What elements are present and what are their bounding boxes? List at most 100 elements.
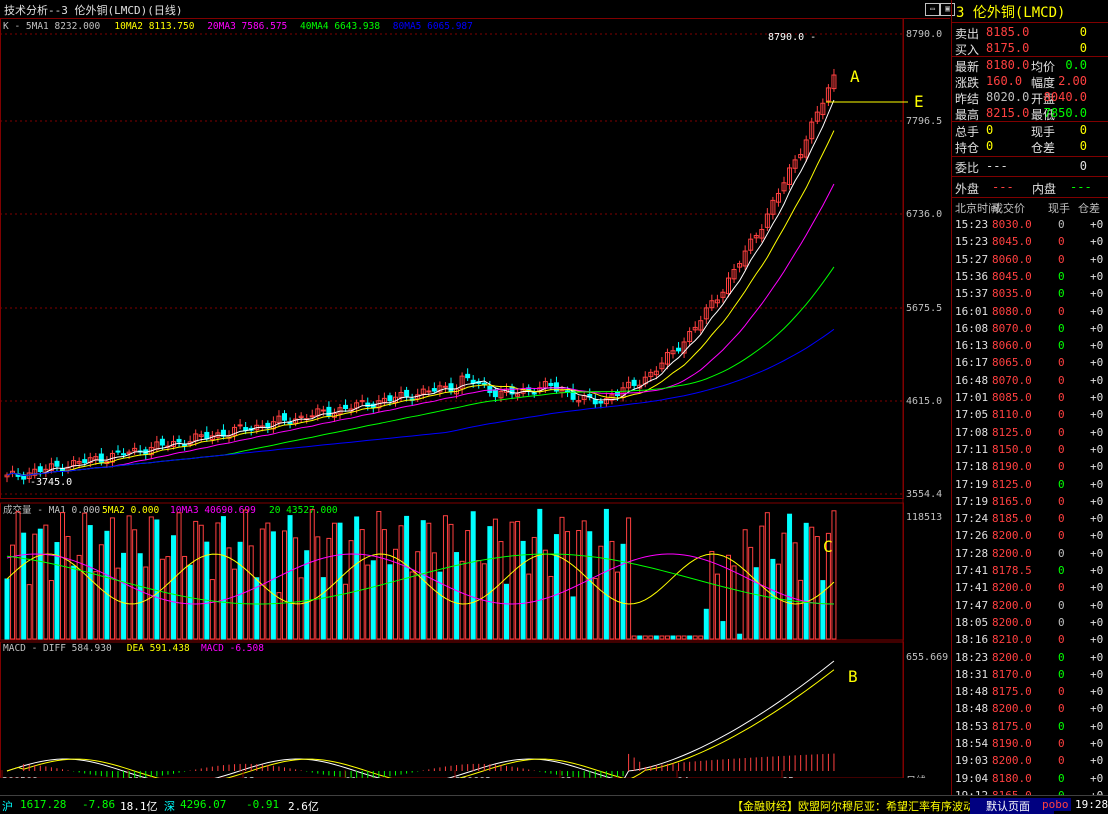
tick-price: 8175.0	[992, 719, 1032, 733]
tick-hand: 0	[1058, 702, 1065, 716]
tick-row[interactable]: 17:47 8200.0 0 +0	[952, 597, 1108, 614]
tick-time: 17:05	[955, 408, 989, 422]
tick-row[interactable]: 17:18 8190.0 0 +0	[952, 458, 1108, 475]
tick-time: 18:05	[955, 615, 989, 629]
tick-row[interactable]: 15:37 8035.0 0 +0	[952, 285, 1108, 302]
tick-row[interactable]: 19:04 8180.0 0 +0	[952, 770, 1108, 787]
quote-value: 8180.0	[986, 58, 1030, 72]
tick-row[interactable]: 19:03 8200.0 0 +0	[952, 752, 1108, 769]
volume-bar	[448, 523, 454, 640]
tick-price: 8060.0	[992, 339, 1032, 353]
tick-row[interactable]: 18:53 8175.0 0 +0	[952, 718, 1108, 735]
tick-row[interactable]: 18:48 8175.0 0 +0	[952, 683, 1108, 700]
tick-row[interactable]: 17:28 8200.0 0 +0	[952, 545, 1108, 562]
volume-bar	[60, 512, 65, 640]
x-axis-label: 11	[128, 776, 140, 778]
tick-time: 16:01	[955, 304, 989, 318]
tick-row[interactable]: 18:54 8190.0 0 +0	[952, 735, 1108, 752]
volume-bar	[104, 530, 110, 640]
quote-row: 昨结 8020.0 开盘 8040.0	[952, 89, 1108, 106]
tick-time: 15:23	[955, 218, 989, 231]
tick-row[interactable]: 16:08 8070.0 0 +0	[952, 320, 1108, 337]
quote-value: 8185.0	[986, 25, 1030, 39]
x-axis-label: 200602	[455, 776, 491, 778]
tick-row[interactable]: 17:11 8150.0 0 +0	[952, 441, 1108, 458]
tick-row[interactable]: 17:26 8200.0 0 +0	[952, 527, 1108, 544]
volume-bar	[365, 564, 371, 640]
tick-row[interactable]: 16:17 8065.0 0 +0	[952, 354, 1108, 371]
tick-row[interactable]: 17:08 8125.0 0 +0	[952, 424, 1108, 441]
tick-row[interactable]: 17:41 8200.0 0 +0	[952, 579, 1108, 596]
tick-row[interactable]: 18:31 8170.0 0 +0	[952, 666, 1108, 683]
volume-bar	[331, 522, 337, 640]
x-axis-label: 04	[677, 776, 689, 778]
tick-row[interactable]: 18:16 8210.0 0 +0	[952, 631, 1108, 648]
kline-legend-item: K - 5MA1 8232.000	[3, 21, 101, 32]
tick-diff: +0	[1090, 719, 1104, 733]
tick-time: 19:04	[955, 771, 989, 785]
tick-row[interactable]: 15:23 8030.0 0 +0	[952, 216, 1108, 233]
tick-time: 17:08	[955, 425, 989, 439]
tick-row[interactable]: 16:48 8070.0 0 +0	[952, 372, 1108, 389]
tick-hand: 0	[1058, 650, 1065, 664]
tick-row[interactable]: 17:24 8185.0 0 +0	[952, 510, 1108, 527]
volume-bar	[537, 508, 543, 640]
tick-row[interactable]: 17:19 8165.0 0 +0	[952, 493, 1108, 510]
tick-diff: +0	[1090, 252, 1104, 266]
tick-row[interactable]: 17:41 8178.5 0 +0	[952, 562, 1108, 579]
quote-volume: 0	[1079, 41, 1087, 55]
volume-bar	[459, 560, 465, 640]
tick-row[interactable]: 18:23 8200.0 0 +0	[952, 649, 1108, 666]
restore-icon[interactable]: ▭	[925, 3, 940, 16]
quote-value: 8215.0	[986, 106, 1030, 120]
volume-bar	[465, 530, 471, 640]
tick-row[interactable]: 18:05 8200.0 0 +0	[952, 614, 1108, 631]
tick-header-cell: 仓差	[1078, 202, 1100, 215]
candle-body	[548, 382, 554, 386]
tick-diff: +0	[1090, 754, 1104, 768]
volume-bar	[4, 578, 10, 640]
macd-diff-line	[6, 660, 835, 784]
volume-bar	[798, 579, 804, 640]
tick-time: 17:47	[955, 598, 989, 612]
volume-bar	[337, 522, 343, 640]
chart-area[interactable]: 8790.0 7796.5 6736.0 5675.5 4615.0 3554.4 K - …	[0, 18, 950, 787]
tick-row[interactable]: 16:13 8060.0 0 +0	[952, 337, 1108, 354]
volume-legend-item: 5MA2 0.000	[102, 505, 159, 516]
tick-row[interactable]: 17:19 8125.0 0 +0	[952, 476, 1108, 493]
candle-body	[115, 450, 121, 453]
volume-bar	[354, 516, 360, 640]
volume-bar	[409, 571, 415, 640]
tick-row[interactable]: 17:01 8085.0 0 +0	[952, 389, 1108, 406]
volume-bar	[709, 550, 715, 640]
tick-row[interactable]: 15:36 8045.0 0 +0	[952, 268, 1108, 285]
chart-canvas[interactable]: 8790.0 7796.5 6736.0 5675.5 4615.0 3554.4 K - …	[0, 18, 950, 787]
tick-row[interactable]: 17:05 8110.0 0 +0	[952, 406, 1108, 423]
volume-bar	[248, 545, 254, 640]
kline-legend-item: 80MA5 6065.987	[393, 21, 473, 32]
volume-bar	[187, 564, 193, 640]
volume-bar	[814, 536, 820, 640]
quote-panel-title: 3 伦外铜(LMCD)	[952, 0, 1108, 22]
volume-bar	[98, 544, 104, 640]
tick-row[interactable]: 15:23 8045.0 0 +0	[952, 233, 1108, 250]
tick-row[interactable]: 15:27 8060.0 0 +0	[952, 251, 1108, 268]
volume-bar	[154, 519, 160, 640]
candle-body	[54, 460, 60, 467]
tick-row[interactable]: 18:48 8200.0 0 +0	[952, 700, 1108, 717]
tick-price: 8190.0	[992, 460, 1032, 474]
tick-row[interactable]: 16:01 8080.0 0 +0	[952, 303, 1108, 320]
volume-bar	[737, 633, 743, 640]
volume-bar	[298, 577, 304, 640]
tick-diff: +0	[1090, 321, 1104, 335]
tick-time: 18:23	[955, 650, 989, 664]
volume-bar	[415, 551, 421, 640]
volume-bar	[359, 529, 365, 640]
tick-hand: 0	[1058, 667, 1065, 681]
tick-diff: +0	[1090, 685, 1104, 699]
volume-bar	[293, 537, 299, 640]
candle-body	[598, 400, 604, 404]
tick-time: 19:03	[955, 754, 989, 768]
volume-bar	[387, 564, 393, 640]
candle-body	[176, 438, 182, 443]
